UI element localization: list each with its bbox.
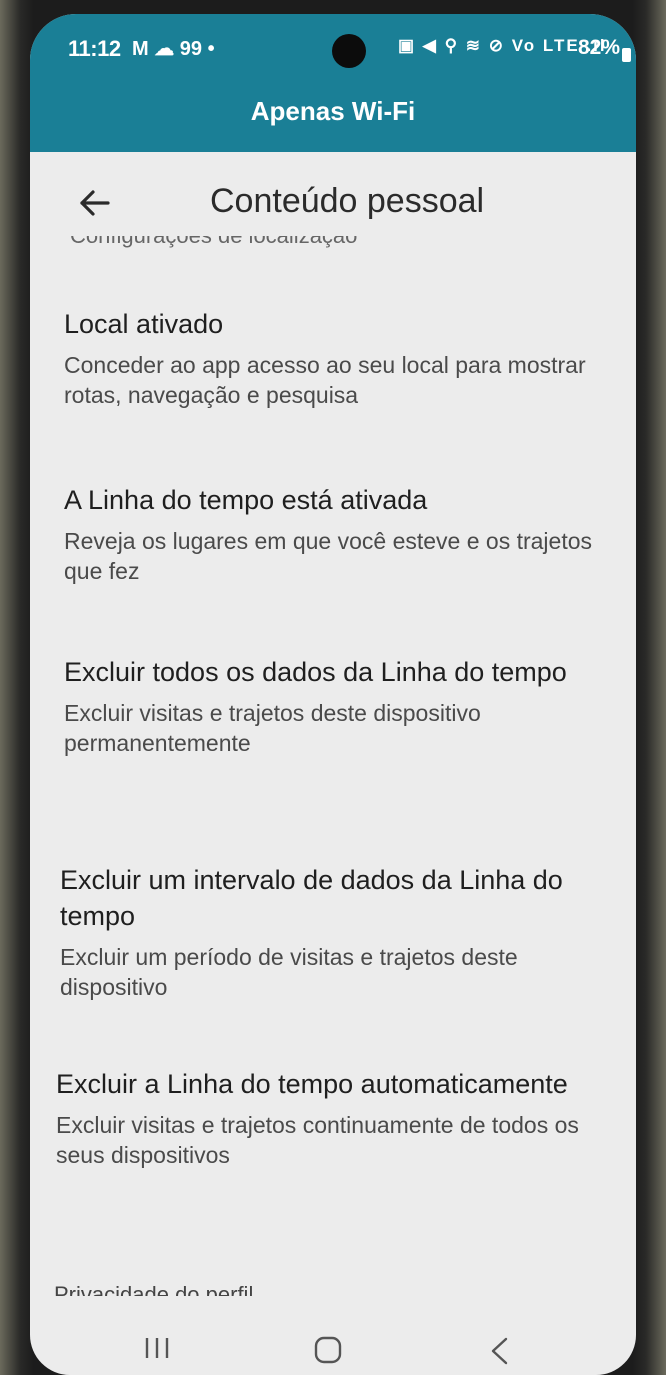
arrow-left-icon bbox=[80, 190, 110, 216]
back-button[interactable] bbox=[70, 178, 120, 228]
cut-off-setting-bottom[interactable]: Privacidade do perfil bbox=[54, 1282, 354, 1296]
setting-title: A Linha do tempo está ativada bbox=[64, 485, 428, 515]
status-area: 11:12 M ☁ 99 • ▣ ◀ ⚲ ≋ ⊘ Vo LTE .ıl 82% … bbox=[30, 14, 636, 152]
system-status-icons: ▣ ◀ ⚲ ≋ ⊘ Vo LTE .ıl bbox=[398, 36, 607, 55]
battery-percent: 82% bbox=[578, 36, 621, 59]
network-label: Apenas Wi-Fi bbox=[250, 96, 416, 126]
setting-location[interactable]: Local ativado Conceder ao app acesso ao … bbox=[64, 306, 614, 410]
page-title: Conteúdo pessoal bbox=[210, 182, 485, 220]
camera-cutout bbox=[332, 34, 366, 68]
setting-auto-delete-timeline[interactable]: Excluir a Linha do tempo automaticamente… bbox=[56, 1066, 606, 1170]
setting-description: Excluir visitas e trajetos continuamente… bbox=[56, 1112, 579, 1168]
phone-frame: 11:12 M ☁ 99 • ▣ ◀ ⚲ ≋ ⊘ Vo LTE .ıl 82% … bbox=[0, 0, 666, 1375]
home-button[interactable] bbox=[314, 1336, 342, 1364]
setting-description: Excluir um período de visitas e trajetos… bbox=[60, 944, 518, 1000]
nav-back-icon bbox=[491, 1337, 508, 1365]
nav-back-button[interactable] bbox=[488, 1336, 510, 1366]
recents-button[interactable] bbox=[142, 1336, 172, 1360]
recents-icon bbox=[145, 1338, 169, 1358]
navigation-bar bbox=[30, 1304, 636, 1374]
screen: 11:12 M ☁ 99 • ▣ ◀ ⚲ ≋ ⊘ Vo LTE .ıl 82% … bbox=[30, 14, 636, 1375]
setting-title: Local ativado bbox=[64, 309, 224, 339]
setting-timeline[interactable]: A Linha do tempo está ativada Reveja os … bbox=[64, 482, 614, 586]
setting-description: Conceder ao app acesso ao seu local para… bbox=[64, 352, 586, 408]
setting-title: Excluir a Linha do tempo automaticamente bbox=[56, 1069, 568, 1099]
home-icon bbox=[314, 1336, 342, 1364]
setting-description: Reveja os lugares em que você esteve e o… bbox=[64, 528, 593, 584]
setting-delete-timeline-range[interactable]: Excluir um intervalo de dados da Linha d… bbox=[60, 862, 610, 1002]
setting-title: Excluir todos os dados da Linha do tempo bbox=[64, 657, 567, 687]
setting-description: Excluir visitas e trajetos deste disposi… bbox=[64, 700, 481, 756]
setting-title: Excluir um intervalo de dados da Linha d… bbox=[60, 865, 563, 931]
status-time: 11:12 bbox=[68, 36, 121, 61]
setting-delete-all-timeline[interactable]: Excluir todos os dados da Linha do tempo… bbox=[64, 654, 614, 758]
battery-icon bbox=[622, 48, 631, 62]
cut-off-setting-top[interactable]: Configurações de localização bbox=[70, 236, 470, 250]
notification-icons: M ☁ 99 • bbox=[132, 38, 215, 60]
